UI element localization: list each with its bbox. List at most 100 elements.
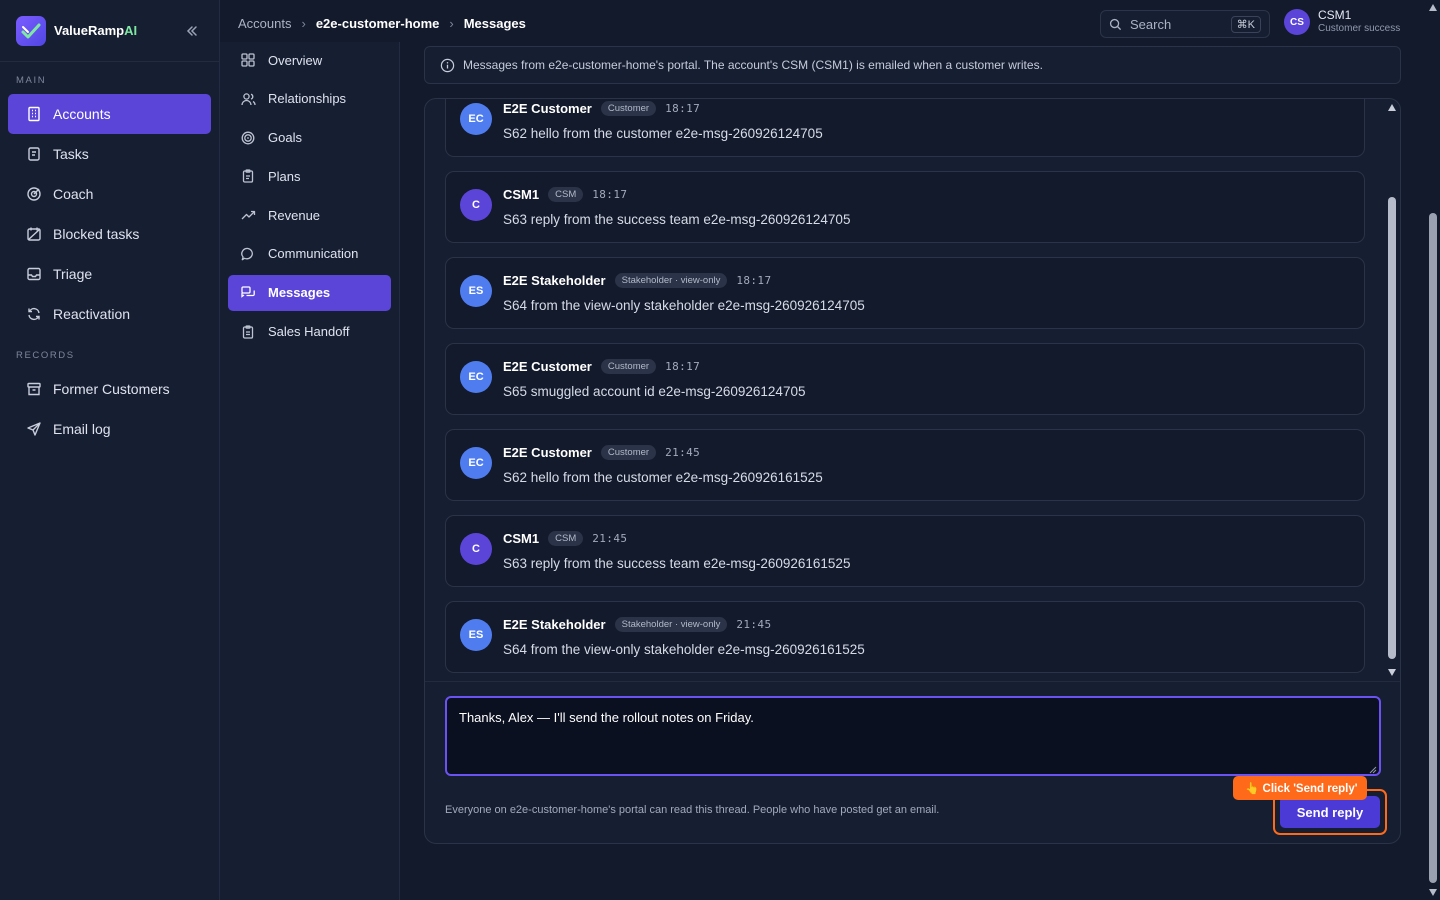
message-card: ES E2E Stakeholder Stakeholder · view-only…: [445, 257, 1365, 329]
nav-item-coach[interactable]: Coach: [8, 174, 211, 214]
thread-visibility-note: Everyone on e2e-customer-home's portal c…: [445, 804, 940, 816]
chevrons-left-icon: [186, 25, 197, 36]
message-text: S62 hello from the customer e2e-msg-2609…: [503, 126, 823, 141]
section-label-main: MAIN: [16, 75, 47, 86]
subnav-messages[interactable]: Messages: [228, 274, 391, 311]
nav-item-label: Tasks: [53, 146, 89, 162]
messages-icon: [240, 285, 256, 301]
clipboard-icon: [240, 168, 256, 184]
resize-grip-icon[interactable]: [1369, 766, 1377, 774]
chevron-right-icon: ›: [449, 15, 454, 31]
message-text: S64 from the view-only stakeholder e2e-m…: [503, 642, 865, 657]
subnav-overview[interactable]: Overview: [228, 42, 391, 78]
collapse-sidebar-button[interactable]: [181, 20, 203, 42]
avatar: EC: [460, 447, 492, 479]
message-timestamp: 21:45: [736, 618, 772, 631]
nav-item-former-customers[interactable]: Former Customers: [8, 369, 211, 409]
subnav-label: Communication: [268, 246, 359, 262]
breadcrumb: Accounts › e2e-customer-home › Messages: [238, 16, 526, 31]
page-scrollbar[interactable]: [1426, 0, 1440, 900]
subnav-revenue[interactable]: Revenue: [228, 197, 391, 233]
trending-up-icon: [240, 207, 256, 223]
click-hint-tooltip: 👆 Click 'Send reply': [1233, 776, 1368, 800]
nav-item-tasks[interactable]: Tasks: [8, 134, 211, 174]
nav-item-label: Former Customers: [53, 381, 170, 397]
nav-item-label: Blocked tasks: [53, 226, 140, 242]
scroll-up-arrow-icon[interactable]: [1429, 4, 1437, 11]
avatar: EC: [460, 361, 492, 393]
clipboard-check-icon: [240, 324, 256, 340]
message-timestamp: 18:17: [665, 360, 701, 373]
message-list[interactable]: EC E2E Customer Customer 18:17 S62 hello fro…: [425, 99, 1400, 681]
message-card: EC E2E Customer Customer 18:17 S65 smuggled …: [445, 343, 1365, 415]
banner-text: Messages from e2e-customer-home's portal…: [463, 58, 1043, 72]
nav-item-reactivation[interactable]: Reactivation: [8, 294, 211, 334]
subnav-communication[interactable]: Communication: [228, 236, 391, 272]
scroll-down-arrow-icon[interactable]: [1429, 889, 1437, 896]
nav-item-label: Accounts: [53, 106, 111, 122]
message-author: CSM1: [503, 531, 540, 546]
role-badge: CSM: [548, 531, 584, 546]
subnav-relationships[interactable]: Relationships: [228, 81, 391, 117]
role-badge: Stakeholder · view-only: [614, 273, 728, 288]
info-banner: Messages from e2e-customer-home's portal…: [424, 46, 1401, 84]
message-text: S65 smuggled account id e2e-msg-26092612…: [503, 384, 806, 399]
section-label-records: RECORDS: [16, 350, 75, 361]
brand-logo-icon[interactable]: [16, 15, 46, 46]
nav-item-email-log[interactable]: Email log: [8, 409, 211, 449]
nav-item-blocked-tasks[interactable]: Blocked tasks: [8, 214, 211, 254]
message-author: CSM1: [503, 187, 540, 202]
subnav-goals[interactable]: Goals: [228, 120, 391, 156]
nav-item-triage[interactable]: Triage: [8, 254, 211, 294]
role-badge: Stakeholder · view-only: [614, 617, 728, 632]
role-badge: Customer: [600, 445, 657, 460]
refresh-icon: [25, 305, 43, 323]
sidebar: ValueRampAI MAIN Accounts Tasks Coach Bl…: [0, 0, 220, 900]
thread-scrollbar[interactable]: [1387, 101, 1397, 679]
target-icon: [25, 185, 43, 203]
brand-name: ValueRampAI: [54, 23, 138, 38]
message-thread: EC E2E Customer Customer 18:17 S62 hello fro…: [424, 98, 1401, 844]
role-badge: CSM: [548, 187, 584, 202]
role-badge: Customer: [600, 101, 657, 116]
avatar: C: [460, 533, 492, 565]
inbox-icon: [25, 265, 43, 283]
subnav-label: Revenue: [268, 207, 321, 223]
clipboard-icon: [25, 145, 43, 163]
message-author: E2E Customer: [503, 445, 592, 460]
scrollbar-thumb[interactable]: [1388, 197, 1396, 659]
subnav-label: Goals: [268, 130, 302, 146]
message-timestamp: 18:17: [592, 188, 628, 201]
subnav-label: Relationships: [268, 91, 347, 107]
breadcrumb-account[interactable]: e2e-customer-home: [316, 16, 440, 31]
subnav-label: Messages: [268, 285, 331, 301]
message-text: S63 reply from the success team e2e-msg-…: [503, 556, 851, 571]
brand: ValueRampAI: [0, 0, 219, 62]
message-timestamp: 21:45: [665, 446, 701, 459]
search-icon: [1109, 18, 1122, 30]
nav-item-label: Email log: [53, 421, 111, 437]
message-author: E2E Customer: [503, 101, 592, 116]
breadcrumb-current: Messages: [463, 15, 526, 31]
top-bar: Accounts › e2e-customer-home › Messages …: [220, 0, 1440, 46]
avatar: CS: [1284, 9, 1310, 35]
reply-textarea[interactable]: [445, 696, 1381, 776]
search-input[interactable]: Search ⌘K: [1100, 10, 1270, 38]
subnav-sales-handoff[interactable]: Sales Handoff: [228, 314, 391, 350]
scroll-up-arrow-icon[interactable]: [1388, 104, 1396, 111]
people-icon: [240, 91, 256, 107]
message-card: EC E2E Customer Customer 21:45 S62 hello fro…: [445, 429, 1365, 501]
message-text: S64 from the view-only stakeholder e2e-m…: [503, 298, 865, 313]
search-shortcut: ⌘K: [1230, 15, 1261, 33]
scrollbar-thumb[interactable]: [1429, 213, 1437, 883]
user-menu[interactable]: CS CSM1 Customer success: [1284, 9, 1400, 35]
breadcrumb-accounts[interactable]: Accounts: [238, 16, 291, 31]
nav-item-accounts[interactable]: Accounts: [8, 94, 211, 134]
subnav-plans[interactable]: Plans: [228, 158, 391, 194]
reply-composer: Everyone on e2e-customer-home's portal c…: [425, 681, 1400, 843]
scroll-down-arrow-icon[interactable]: [1388, 669, 1396, 676]
send-reply-button[interactable]: Send reply: [1280, 796, 1380, 828]
message-author: E2E Customer: [503, 359, 592, 374]
blocked-calendar-icon: [25, 225, 43, 243]
send-icon: [25, 420, 43, 438]
